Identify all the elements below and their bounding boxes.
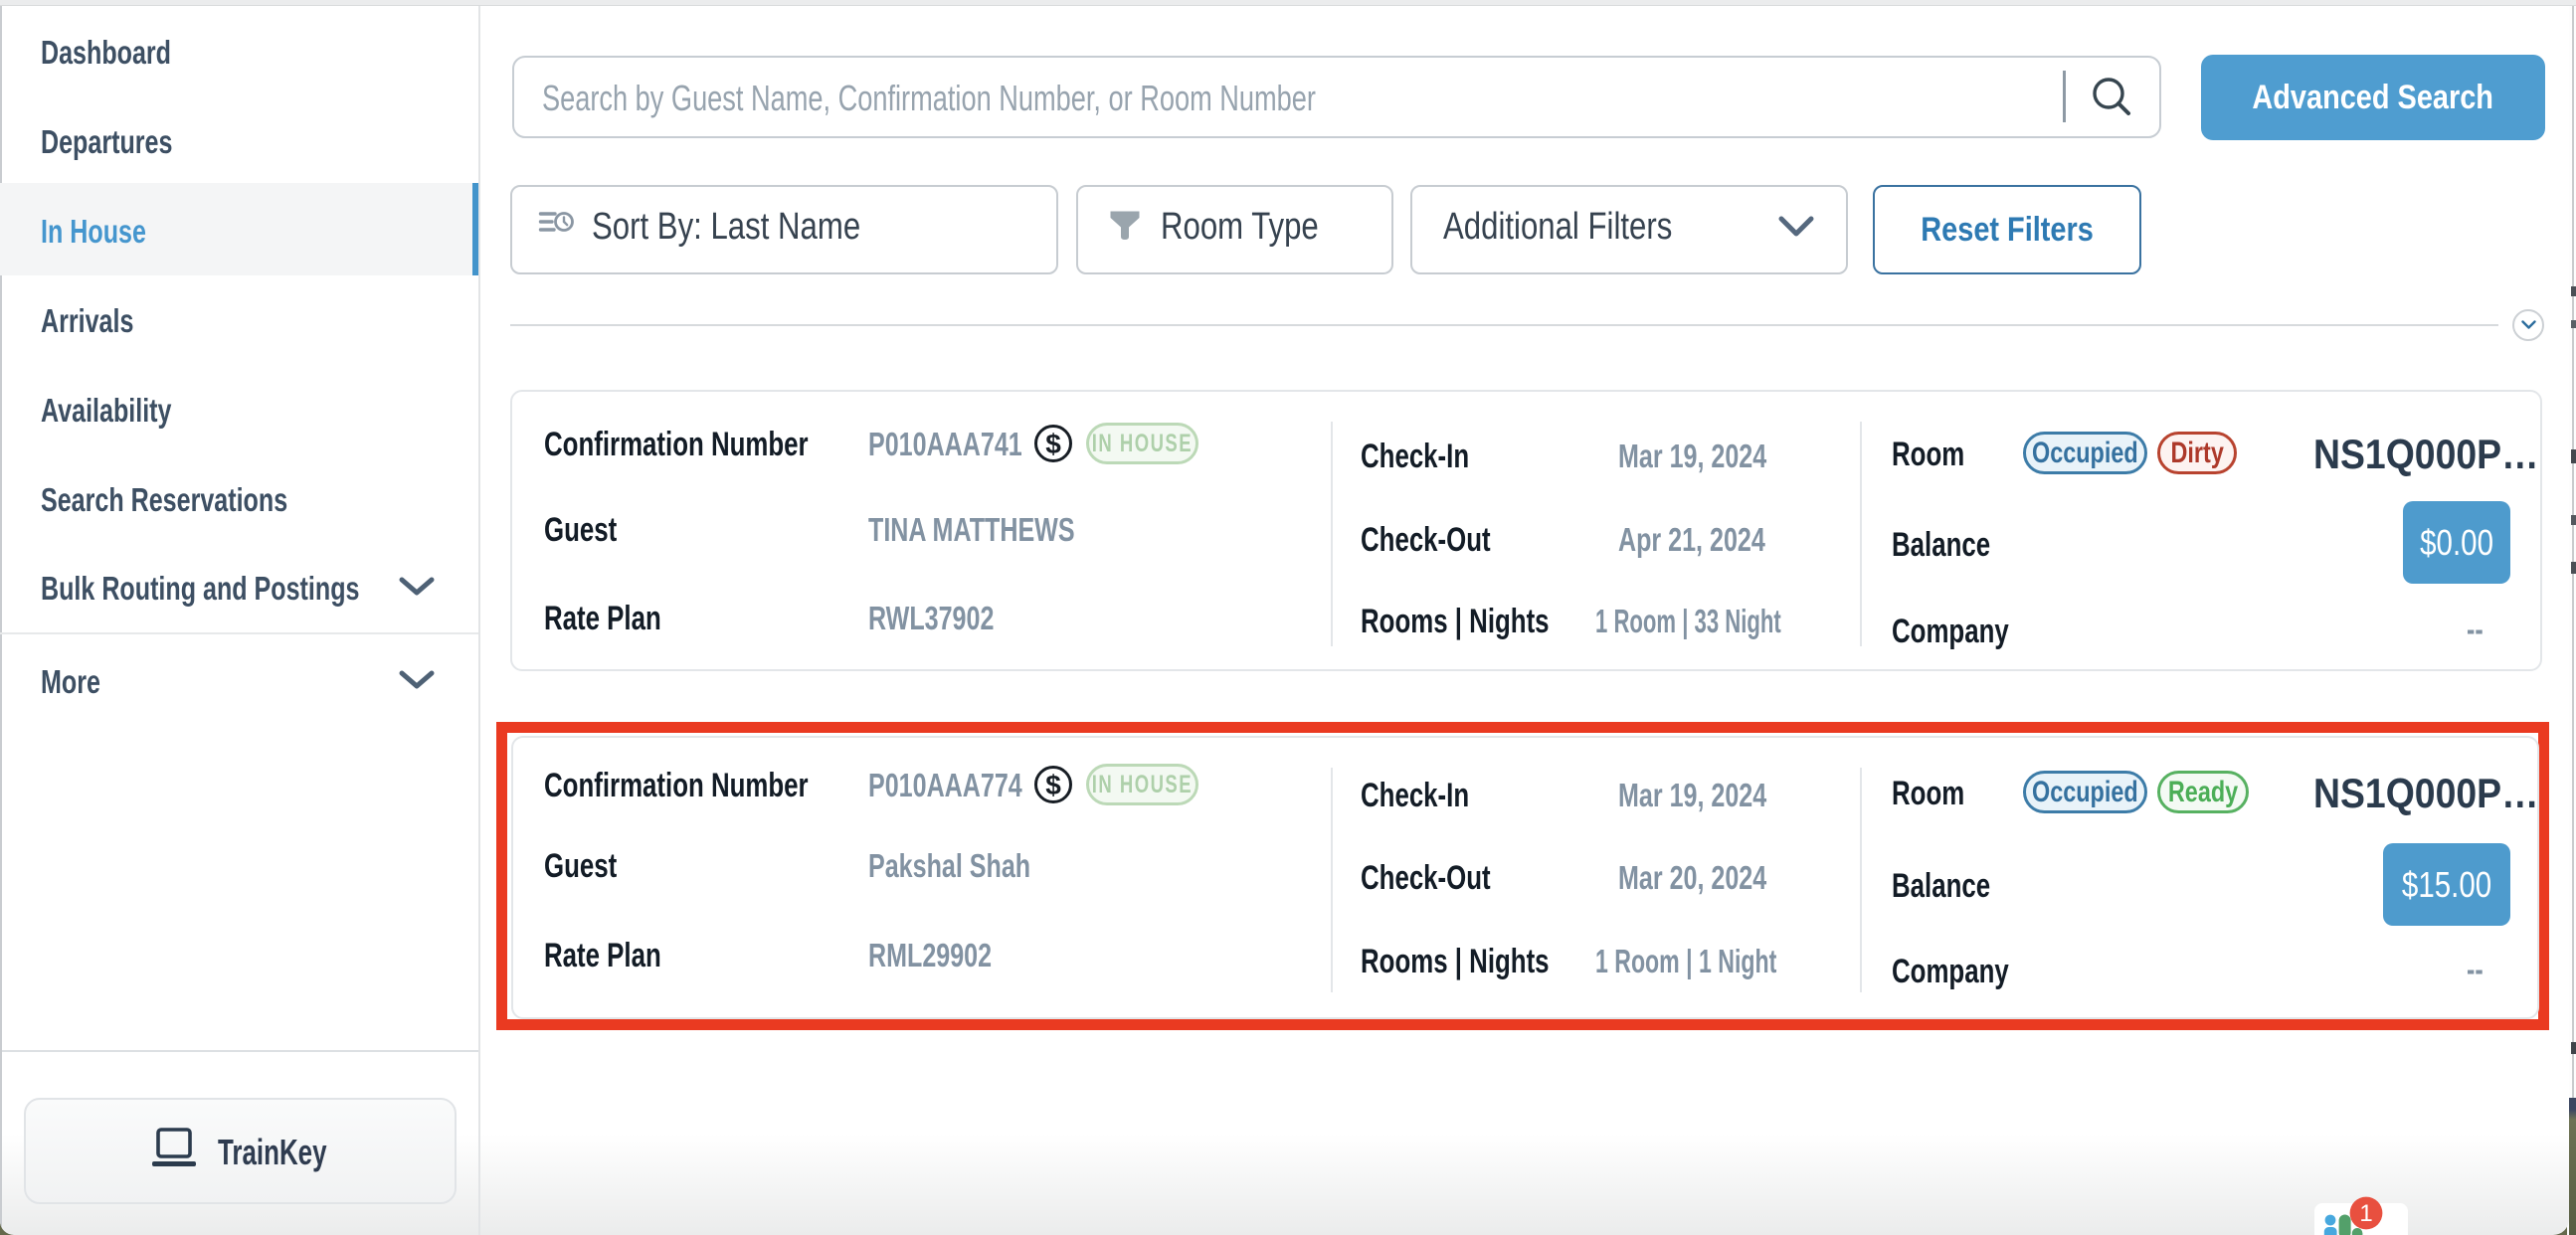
svg-text:$: $	[1045, 770, 1061, 800]
svg-text:1: 1	[2359, 1200, 2372, 1227]
svg-text:$: $	[1045, 429, 1061, 459]
